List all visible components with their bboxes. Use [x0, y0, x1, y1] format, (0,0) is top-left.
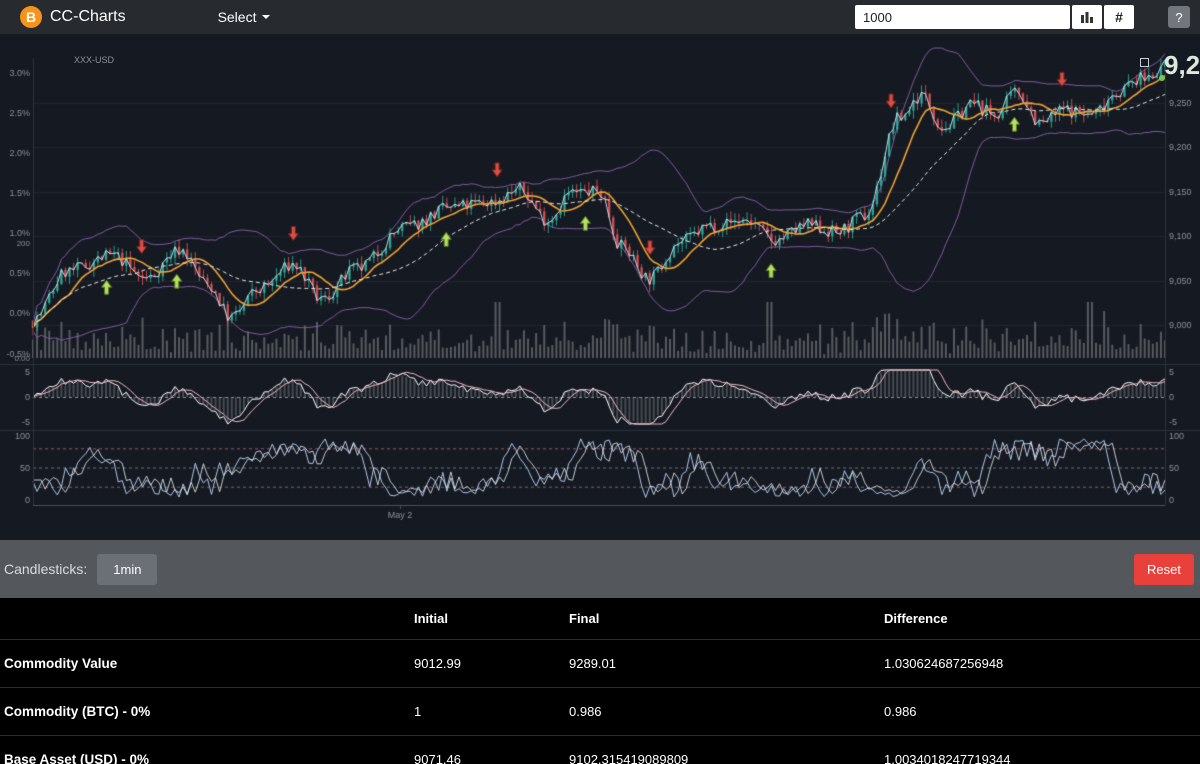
navbar-right-group: # ?	[855, 5, 1190, 29]
row-label: Commodity Value	[4, 656, 414, 671]
row-initial: 9012.99	[414, 656, 569, 671]
last-price-readout: 9,2	[1164, 50, 1200, 81]
row-label: Commodity (BTC) - 0%	[4, 704, 414, 719]
row-initial: 1	[414, 704, 569, 719]
brand: B CC-Charts	[20, 6, 126, 28]
row-final: 0.986	[569, 704, 884, 719]
caret-down-icon	[262, 15, 270, 19]
row-difference: 0.986	[884, 704, 1200, 719]
screenshot-icon[interactable]	[1140, 58, 1149, 67]
chart-style-button[interactable]	[1072, 5, 1102, 29]
table-header-final: Final	[569, 611, 884, 626]
results-table: Initial Final Difference Commodity Value…	[0, 598, 1200, 764]
candlesticks-label: Candlesticks:	[4, 561, 87, 577]
symbol-label: XXX-USD	[74, 55, 114, 65]
chart-mini-toolbar	[1140, 58, 1149, 67]
hash-button[interactable]: #	[1104, 5, 1134, 29]
bitcoin-logo-icon: B	[20, 6, 42, 28]
price-chart-canvas[interactable]	[0, 34, 1200, 540]
row-difference: 1.030624687256948	[884, 656, 1200, 671]
row-difference: 1.0034018247719344	[884, 752, 1200, 764]
row-final: 9289.01	[569, 656, 884, 671]
app-title: CC-Charts	[50, 8, 126, 26]
select-label: Select	[218, 9, 257, 25]
amount-input[interactable]	[855, 5, 1070, 29]
interval-button[interactable]: 1min	[97, 554, 157, 585]
chart-bars-icon	[1080, 10, 1094, 24]
chart-panel: XXX-USD 9,2	[0, 34, 1200, 540]
row-initial: 9071.46	[414, 752, 569, 764]
row-final: 9102.315419089809	[569, 752, 884, 764]
row-label: Base Asset (USD) - 0%	[4, 752, 414, 764]
reset-button[interactable]: Reset	[1134, 554, 1194, 585]
help-button[interactable]: ?	[1168, 6, 1190, 28]
table-row: Commodity Value 9012.99 9289.01 1.030624…	[0, 640, 1200, 688]
table-header-initial: Initial	[414, 611, 569, 626]
navbar: B CC-Charts Select # ?	[0, 0, 1200, 34]
table-header-difference: Difference	[884, 611, 1200, 626]
table-row: Base Asset (USD) - 0% 9071.46 9102.31541…	[0, 736, 1200, 764]
table-header-row: Initial Final Difference	[0, 598, 1200, 640]
table-row: Commodity (BTC) - 0% 1 0.986 0.986	[0, 688, 1200, 736]
select-dropdown[interactable]: Select	[212, 8, 277, 26]
candlesticks-toolbar: Candlesticks: 1min Reset	[0, 540, 1200, 598]
